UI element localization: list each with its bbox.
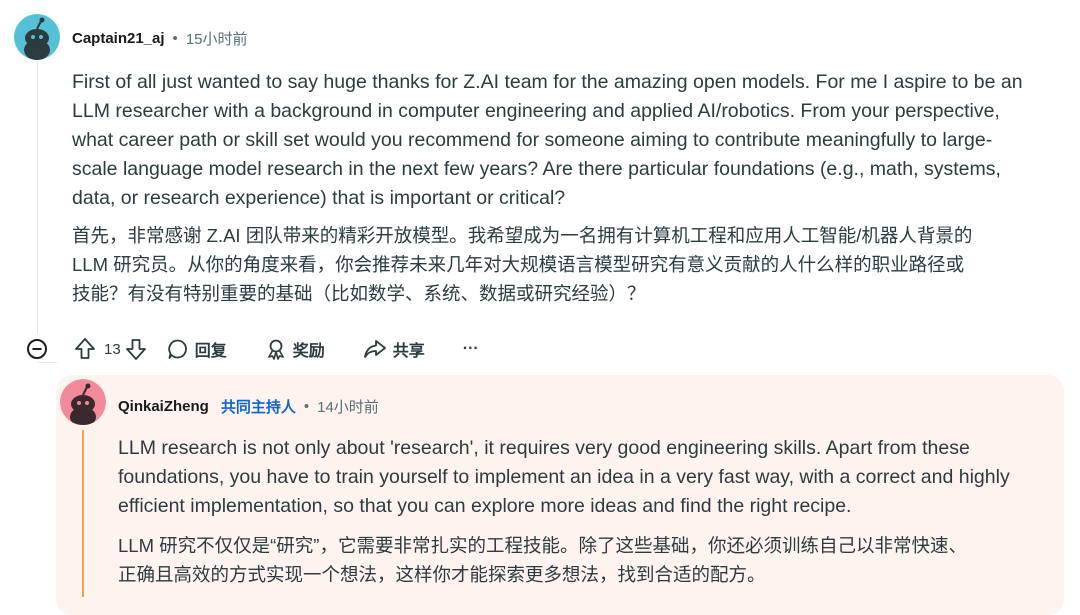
moderator-badge: 共同主持人 bbox=[220, 399, 296, 416]
comment-text-cn-line: 首先，非常感谢 Z.AI 团队带来的精彩开放模型。我希望成为一名拥有计算机工程和… bbox=[72, 225, 973, 246]
comment-body: First of all just wanted to say huge tha… bbox=[72, 68, 1062, 308]
reply-text-en-line: foundations, you have to train yourself … bbox=[118, 466, 1010, 488]
downvote-icon[interactable] bbox=[125, 337, 147, 361]
reply-text-cn-line: 正确且高效的方式实现一个想法，这样你才能探索更多想法，找到合适的配方。 bbox=[118, 564, 766, 585]
thread-line bbox=[37, 62, 38, 334]
reply-text-cn-line: LLM 研究不仅仅是“研究”，它需要非常扎实的工程技能。除了这些基础，你还必须训… bbox=[118, 535, 967, 556]
reply-avatar[interactable] bbox=[60, 379, 106, 425]
comment-text-en-line: First of all just wanted to say huge tha… bbox=[72, 71, 1023, 93]
comment-text-cn-line: LLM 研究员。从你的角度来看，你会推荐未来几年对大规模语言模型研究有意义贡献的… bbox=[72, 254, 965, 275]
comment-text-en-line: data, or research experience) that is im… bbox=[72, 187, 566, 209]
separator-dot: • bbox=[303, 398, 310, 415]
comment-action-bar: 13 回复 奖励 共享 ··· bbox=[26, 336, 479, 362]
comment-text-en-line: LLM researcher with a background in comp… bbox=[72, 100, 1000, 122]
award-button[interactable]: 奖励 bbox=[265, 337, 325, 361]
comment-text-cn-line: 技能？有没有特别重要的基础（比如数学、系统、数据或研究经验）？ bbox=[72, 283, 646, 304]
reply-timestamp[interactable]: 14小时前 bbox=[317, 396, 379, 417]
separator-dot: • bbox=[172, 30, 178, 47]
reply-username[interactable]: QinkaiZheng bbox=[118, 398, 209, 415]
reply-text-en-line: LLM research is not only about 'research… bbox=[118, 437, 970, 459]
username[interactable]: Captain21_aj bbox=[72, 30, 165, 47]
collapse-icon[interactable] bbox=[26, 338, 48, 360]
award-icon bbox=[267, 339, 284, 360]
share-icon bbox=[363, 340, 386, 358]
share-button[interactable]: 共享 bbox=[363, 337, 425, 361]
reply-label: 回复 bbox=[194, 343, 227, 360]
share-label: 共享 bbox=[392, 343, 425, 360]
more-options-button[interactable]: ··· bbox=[463, 340, 479, 358]
upvote-icon[interactable] bbox=[74, 337, 96, 361]
reply-text-en-line: efficient implementation, so that you ca… bbox=[118, 495, 852, 517]
reply-header: QinkaiZheng 共同主持人 • 14小时前 bbox=[118, 396, 379, 417]
reply-body: LLM research is not only about 'research… bbox=[118, 434, 1058, 589]
reply-thread-bar bbox=[82, 430, 84, 597]
timestamp[interactable]: 15小时前 bbox=[186, 28, 248, 49]
comment-text-en-line: scale language model research in the nex… bbox=[72, 158, 1001, 180]
comment-text-en-line: what career path or skill set would you … bbox=[72, 129, 993, 151]
thread-line-curve bbox=[37, 362, 57, 363]
comment-bubble-icon bbox=[168, 339, 187, 359]
reply-button[interactable]: 回复 bbox=[167, 337, 227, 361]
award-label: 奖励 bbox=[292, 343, 325, 360]
vote-count: 13 bbox=[104, 340, 121, 358]
avatar[interactable] bbox=[14, 14, 60, 60]
comment-header: Captain21_aj • 15小时前 bbox=[72, 28, 248, 49]
